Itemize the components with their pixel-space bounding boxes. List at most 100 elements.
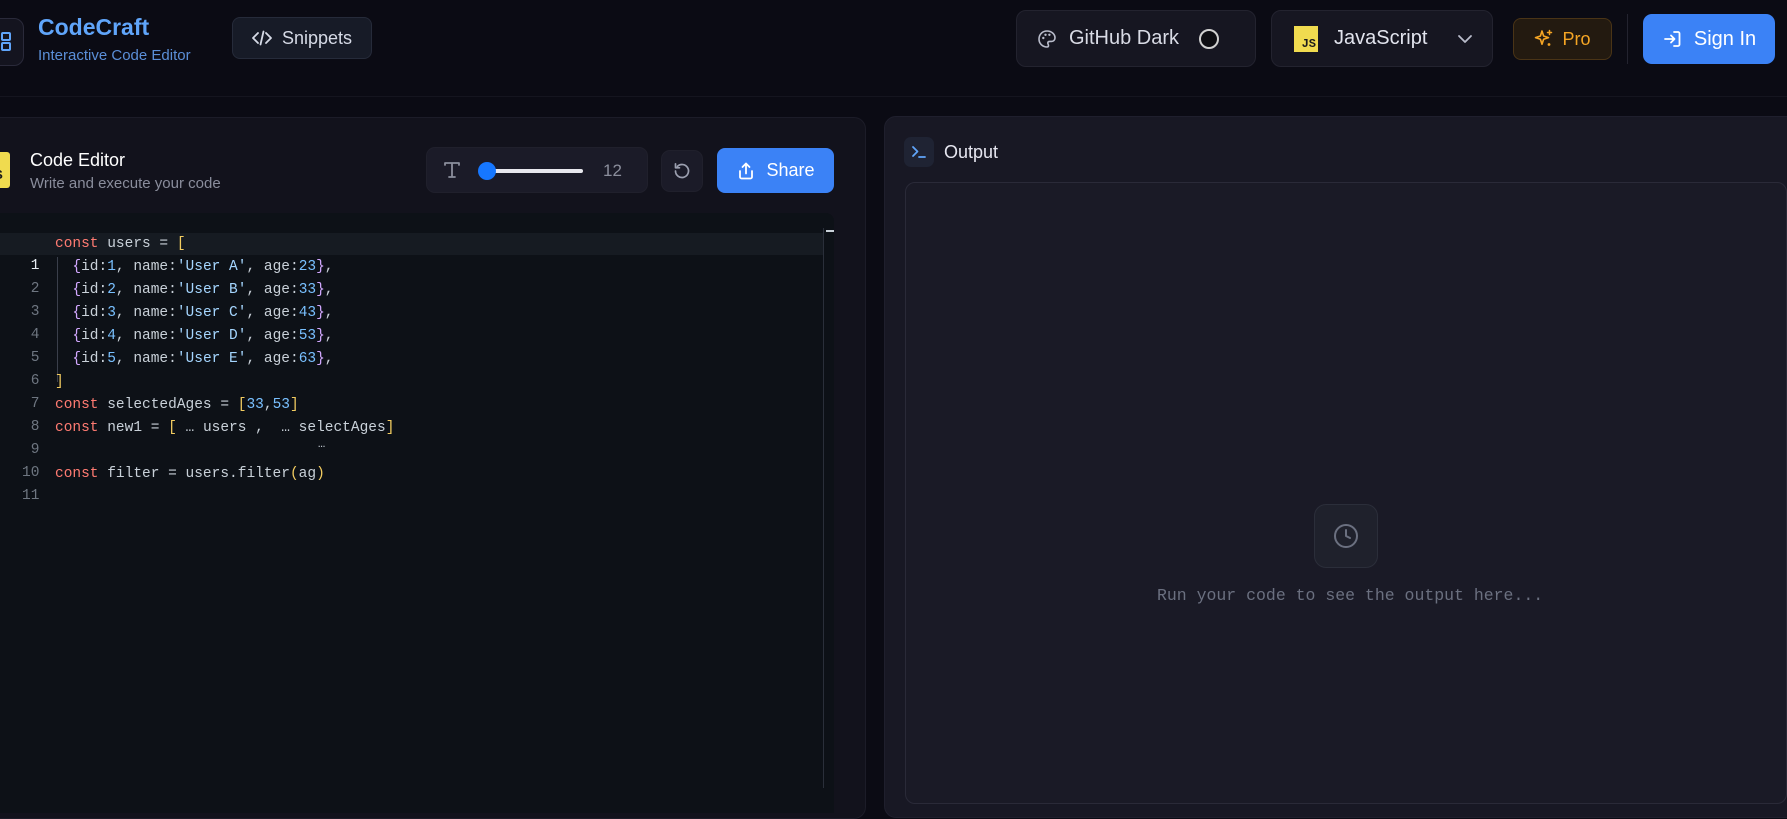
token: , name: [115, 328, 177, 344]
token: } [316, 259, 325, 275]
token: , [324, 282, 334, 298]
theme-selector[interactable]: GitHub Dark [1016, 10, 1256, 67]
code-line[interactable]: 7 ] [0, 371, 64, 412]
token: [ [168, 420, 177, 436]
token: const [55, 397, 99, 413]
code-line[interactable]: 4 {id:3, name:'User C', age:43}, [0, 302, 334, 343]
snippets-label: Snippets [281, 27, 353, 48]
token: ] [289, 397, 299, 413]
line-number: 11 [22, 488, 40, 504]
code-line[interactable]: 6 {id:5, name:'User E', age:63}, [0, 348, 334, 389]
token: ] [55, 374, 64, 390]
header-divider [1627, 14, 1628, 64]
theme-selected-label: GitHub Dark [1069, 27, 1180, 49]
brand-subtitle: Interactive Code Editor [38, 47, 191, 64]
token: { [72, 328, 82, 344]
token: , name: [115, 305, 177, 321]
output-title: Output [944, 142, 999, 162]
token: 53 [298, 328, 317, 344]
token: users = [98, 236, 177, 252]
token: const [55, 236, 99, 252]
token: 1 [107, 259, 116, 275]
output-console [905, 182, 1787, 804]
font-size-control: 12 [426, 147, 648, 193]
top-header: CodeCraft Interactive Code Editor Snippe… [0, 0, 1787, 97]
token: 5 [107, 351, 116, 367]
brand-name[interactable]: CodeCraft [38, 14, 149, 41]
share-button[interactable]: Share [717, 148, 834, 193]
font-size-value: 12 [603, 161, 622, 180]
editor-scrollbar[interactable] [823, 228, 824, 788]
token: 33 [298, 282, 317, 298]
token: } [316, 351, 325, 367]
share-label: Share [766, 160, 815, 180]
token: { [72, 305, 82, 321]
code-line[interactable]: 3 {id:2, name:'User B', age:33}, [0, 279, 334, 320]
token: ag [298, 466, 317, 482]
code-text: const new1 = [ … users , … selectAges] [55, 417, 394, 439]
sign-in-button[interactable]: Sign In [1643, 14, 1775, 64]
token: const [55, 420, 99, 436]
token: , age: [246, 259, 299, 275]
code-text: const selectedAges = [33,53] [55, 394, 299, 416]
snippets-button[interactable]: Snippets [232, 17, 372, 59]
code-icon [252, 30, 272, 46]
code-line[interactable]: 2 {id:1, name:'User A', age:23}, [0, 256, 334, 297]
token: const [55, 466, 99, 482]
token: , [324, 328, 334, 344]
token: , name: [115, 351, 177, 367]
token: , [324, 259, 334, 275]
logo[interactable] [0, 18, 24, 66]
code-line[interactable]: 9 const new1 = [ … users , … selectAges] [0, 417, 395, 458]
token: selectedAges = [98, 397, 238, 413]
code-line[interactable]: 11 const filter = users.filter(ag) [0, 463, 325, 504]
token: new1 = [98, 420, 169, 436]
token: } [316, 328, 325, 344]
code-line[interactable]: 8 const selectedAges = [33,53] [0, 394, 299, 435]
language-selector[interactable]: JS JavaScript [1271, 10, 1493, 67]
token: } [316, 305, 325, 321]
code-line[interactable]: 5 {id:4, name:'User D', age:53}, [0, 325, 334, 366]
code-text: {id:4, name:'User D', age:53}, [55, 325, 334, 347]
token: , name: [115, 259, 177, 275]
token: filter = users.filter [98, 466, 290, 482]
blocks-icon [1, 32, 11, 51]
token: 33 [246, 397, 264, 413]
editor-subtitle: Write and execute your code [30, 175, 221, 192]
terminal-icon [904, 137, 934, 167]
token: 4 [107, 328, 116, 344]
code-line[interactable]: 1 const users = [ [0, 233, 186, 274]
token: 53 [272, 397, 290, 413]
font-size-slider[interactable] [478, 162, 583, 180]
token: 'User C' [176, 305, 247, 321]
font-size-slider-thumb[interactable] [478, 162, 496, 180]
token: id: [81, 305, 108, 321]
token: ] [385, 420, 395, 436]
token: id: [81, 328, 108, 344]
log-in-icon [1663, 31, 1681, 47]
pro-button[interactable]: Pro [1513, 18, 1612, 60]
reset-button[interactable] [661, 150, 703, 192]
token: 'User B' [176, 282, 247, 298]
inline-hint-dots: … [318, 437, 326, 451]
javascript-logo-icon: JS [1294, 25, 1318, 52]
token: 43 [298, 305, 317, 321]
token: 2 [107, 282, 116, 298]
language-selected-label: JavaScript [1334, 27, 1428, 49]
token: , age: [246, 282, 299, 298]
code-text: {id:5, name:'User E', age:63}, [55, 348, 333, 370]
token: 63 [298, 351, 317, 367]
token: , age: [246, 328, 299, 344]
theme-swatch [1199, 28, 1220, 49]
sparkles-icon [1535, 29, 1553, 46]
token: 23 [298, 259, 317, 275]
output-placeholder: Run your code to see the output here... [1157, 586, 1544, 605]
overview-ruler-mark [826, 230, 834, 232]
code-line[interactable]: 10 [0, 440, 39, 481]
pro-label: Pro [1562, 28, 1591, 49]
token: ) [316, 466, 325, 482]
